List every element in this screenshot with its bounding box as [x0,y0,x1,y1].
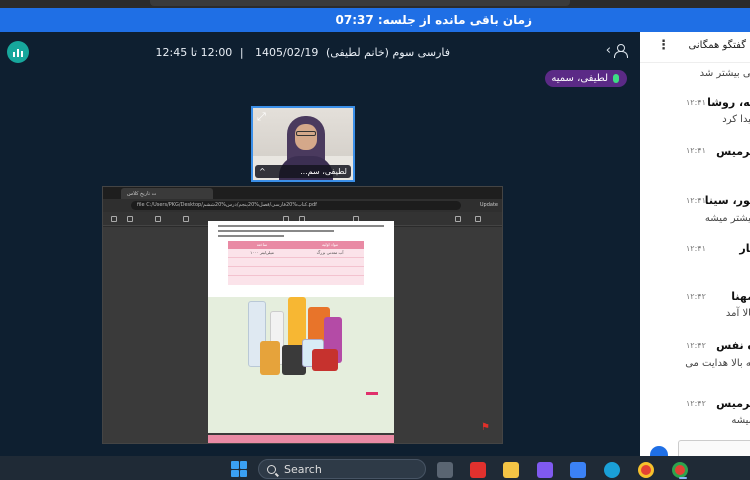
shared-browser-tab: ت تاریخ کلاس [121,188,213,199]
taskbar-search-label: Search [284,462,322,476]
session-timer-bar: زمان باقی مانده از جلسه: 07:37 [0,8,750,32]
chat-message-text: پیدا کرد [722,114,750,125]
edge-icon[interactable] [604,462,620,478]
shared-browser-url: file C:/Users/PKG/Desktop/کتاب%20فارسی/ف… [131,201,461,210]
chat-time: ۱۲:۴۱ [686,98,706,107]
chat-message-text: نی بیشتر شد [699,68,750,79]
pdf-illustration [208,297,394,433]
bottle-illustration [260,341,280,375]
session-date: 1405/02/19 [255,46,319,59]
pdf-page: ساخته مواد اولیه ۱۰۰۰ میلی‌لیتر آب معدنی… [208,221,394,433]
chat-sender: ه نفس [716,339,750,352]
pdf-table-row [228,267,364,276]
chat-compose-input[interactable] [678,440,750,456]
chrome-active-icon[interactable] [672,462,688,479]
pdf-table: ساخته مواد اولیه ۱۰۰۰ میلی‌لیتر آب معدنی… [228,241,364,285]
taskbar: Search [0,456,750,480]
chat-time: ۱۲:۴۲ [686,292,706,301]
taskbar-search[interactable]: Search [258,459,426,479]
page-number-mark [366,392,378,395]
pdf-icon: ⚑ [481,422,490,433]
chat-time: ۱۲:۴۲ [686,399,706,408]
webcam-person-glasses [296,131,316,136]
meeting-main-area: فارسی سوم (خانم لطیفی) 1405/02/19 | 12:0… [0,32,640,456]
shared-browser-tabs: ت تاریخ کلاس [103,187,502,199]
browser-tab[interactable] [150,0,570,6]
pdf-table-header-cell: ساخته [256,242,268,247]
bottle-illustration [312,349,338,371]
chat-time: ۱۲:۴۱ [686,196,706,205]
chat-messages: نی بیشتر شد یه، روشا ۱۲:۴۱ پیدا کرد برمی… [640,64,750,456]
chat-sender: پور، سینا [704,194,750,207]
task-view-icon[interactable] [437,462,453,478]
participants-button[interactable]: ‹ [605,43,628,58]
webcam-person-face [295,124,317,150]
chat-time: ۱۲:۴۱ [686,244,706,253]
pdf-tool-icon [455,216,461,222]
screen: زمان باقی مانده از جلسه: 07:37 فارسی سوم… [0,0,750,480]
pdf-tool-icon [475,216,481,222]
pdf-table-header-cell: مواد اولیه [322,242,338,247]
pdf-tool-icon [127,216,133,222]
chat-message-text: بالا آمد [725,308,750,319]
session-timer-text: زمان باقی مانده از جلسه: 07:37 [335,13,533,27]
more-options-icon[interactable]: ⋮ [657,39,670,52]
pdf-table-row [228,258,364,267]
pdf-tool-icon [183,216,189,222]
search-icon [267,464,276,474]
pdf-next-page [208,435,394,443]
chat-sender: بار [739,242,750,255]
pdf-table-cell: آب معدنی بزرگ [316,250,344,255]
chat-message-text: میشه [731,415,750,426]
microsoft-store-icon[interactable] [570,462,586,478]
user-icon [614,44,628,58]
chat-divider [640,62,750,63]
copilot-icon[interactable] [537,462,553,478]
chat-title: گفتگو همگانی [688,40,746,51]
shared-screen: ت تاریخ کلاس file C:/Users/PKG/Desktop/ک… [102,186,503,444]
info-separator: | [239,46,244,59]
pdf-tool-icon [111,216,117,222]
windows-start-icon[interactable] [231,461,247,477]
pdf-text-lines [218,225,384,237]
session-time-range: 12:00 تا 12:45 [155,46,233,59]
session-title: فارسی سوم (خانم لطیفی) [325,46,450,59]
pdf-table-cell: ۱۰۰۰ میلی‌لیتر [250,250,274,255]
chat-sender: مهنا [731,290,750,303]
chat-sender: برمیس [716,145,750,158]
webcam-name: لطیفی، سم... [300,167,347,176]
pdf-table-header: ساخته مواد اولیه [228,241,364,249]
active-speaker-name: لطیفی، سمیه [551,73,608,84]
shared-browser-urlbar: file C:/Users/PKG/Desktop/کتاب%20فارسی/ف… [103,199,502,212]
active-speaker-badge: لطیفی، سمیه [545,70,627,87]
chat-message-text: ته بالا هدایت می [685,358,750,369]
chevron-up-icon[interactable]: ^ [259,167,266,176]
chat-time: ۱۲:۴۱ [686,146,706,155]
chrome-icon[interactable] [638,462,654,478]
browser-top-strip [0,0,750,8]
webcam-tile[interactable]: ⤢ لطیفی، سم... ^ [251,106,355,182]
chat-sender: یه، روشا [707,96,750,109]
chat-sender: برمیس [716,397,750,410]
session-info: فارسی سوم (خانم لطیفی) 1405/02/19 | 12:0… [156,46,451,59]
chat-panel: ⋮ گفتگو همگانی نی بیشتر شد یه، روشا ۱۲:۴… [640,32,750,456]
chat-message-text: بیشتر میشه [704,213,750,224]
shared-browser-update: Update [479,202,498,208]
pdf-tool-icon [155,216,161,222]
webcam-name-bar: لطیفی، سم... ^ [255,165,351,178]
app-logo-icon[interactable] [7,41,29,63]
file-explorer-icon[interactable] [503,462,519,478]
microphone-icon [613,74,619,83]
chat-time: ۱۲:۴۲ [686,341,706,350]
pdf-table-row: ۱۰۰۰ میلی‌لیتر آب معدنی بزرگ [228,249,364,258]
expand-icon[interactable]: ⤢ [257,111,269,123]
chevron-left-icon: ‹ [605,43,611,58]
anydesk-icon[interactable] [470,462,486,478]
